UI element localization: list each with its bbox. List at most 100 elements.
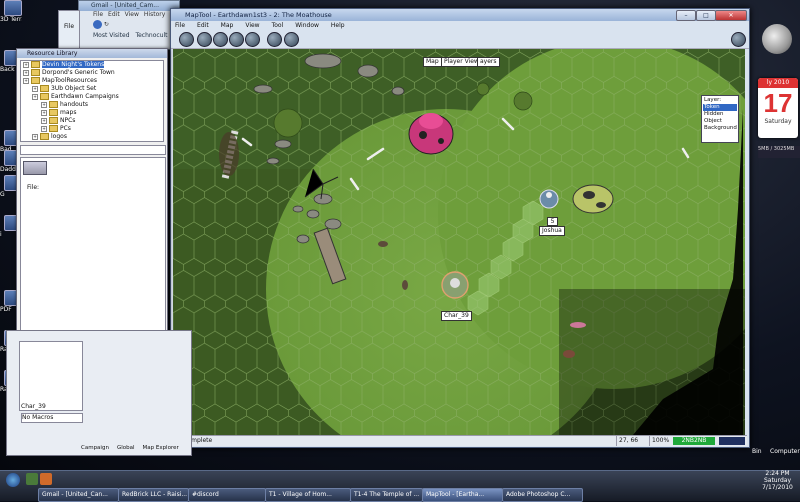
- reload-icon[interactable]: ↻: [104, 21, 109, 28]
- token-label-char39[interactable]: Char_39: [441, 311, 472, 321]
- menu-item-view[interactable]: View: [245, 22, 259, 29]
- desktop-icon-label: Back: [0, 66, 15, 73]
- maptool-toolbar: [171, 30, 749, 49]
- firefox-menu-item[interactable]: History: [144, 11, 165, 18]
- topology-tool-icon[interactable]: [245, 32, 260, 47]
- menu-item-tool[interactable]: Tool: [272, 22, 284, 29]
- tree-item[interactable]: + PCs: [21, 125, 163, 133]
- computer-label[interactable]: Computer: [770, 448, 800, 455]
- maptool-menubar: File Edit Map View Tool Window Help: [171, 21, 749, 30]
- macro-panel[interactable]: Char_39 No Macros Campaign Global Map Expl…: [6, 330, 192, 456]
- file-label: File: [63, 23, 75, 30]
- tree-item[interactable]: + Dorpond's Generic Town: [21, 69, 163, 77]
- close-button[interactable]: ✕: [715, 10, 747, 21]
- map-view[interactable]: Map Player View ayers 5 Joshua Char_39 L…: [173, 49, 745, 435]
- start-button-icon[interactable]: [6, 473, 20, 487]
- resource-tree[interactable]: + Devin Night's Tokens + Dorpond's Generic …: [20, 60, 164, 142]
- tree-item[interactable]: +3Ub Object Set: [21, 85, 163, 93]
- quicklaunch-icon[interactable]: [26, 473, 38, 485]
- expand-icon[interactable]: +: [32, 93, 38, 100]
- folder-icon: [31, 77, 40, 84]
- desktop-icon-label: Dadd: [0, 166, 16, 173]
- firefox-window[interactable]: Gmail - [United_Cam... File Edit View Histo…: [78, 0, 191, 50]
- expand-icon[interactable]: +: [41, 101, 47, 108]
- firefox-menu-item[interactable]: View: [125, 11, 139, 18]
- expand-icon[interactable]: +: [23, 69, 29, 76]
- tree-item[interactable]: + maps: [21, 109, 163, 117]
- template-tool-icon[interactable]: [213, 32, 228, 47]
- char39-token: [441, 271, 469, 299]
- players-label[interactable]: ayers: [477, 57, 500, 67]
- zoom-readout[interactable]: 100%: [649, 436, 674, 446]
- folder-icon: [49, 125, 58, 132]
- player-view-label[interactable]: Player View: [441, 57, 482, 67]
- pen-tool-icon[interactable]: [284, 32, 299, 47]
- menu-item-map[interactable]: Map: [221, 22, 234, 29]
- firefox-menu-item[interactable]: File: [93, 11, 103, 18]
- maptool-title: MapTool - Earthdawn1st3 - 2: The Moathou…: [185, 11, 332, 19]
- maximize-button[interactable]: □: [696, 10, 716, 21]
- expand-icon[interactable]: +: [32, 85, 38, 92]
- connection-icon[interactable]: [731, 32, 746, 47]
- expand-icon[interactable]: +: [41, 125, 47, 132]
- layer-item-hidden[interactable]: Hidden: [703, 111, 737, 118]
- tree-item-label: 3Ub Object Set: [51, 85, 97, 92]
- desktop-icon-label: G: [0, 191, 5, 198]
- menu-item-edit[interactable]: Edit: [197, 22, 209, 29]
- recycle-bin-label[interactable]: Bin: [752, 448, 762, 455]
- memory-meter[interactable]: 2NB2NB: [673, 437, 715, 445]
- expand-icon[interactable]: +: [32, 133, 38, 140]
- tree-item[interactable]: + Devin Night's Tokens: [21, 61, 163, 69]
- layer-item-token[interactable]: Token: [703, 104, 737, 111]
- measure-tool-icon[interactable]: [267, 32, 282, 47]
- system-clock[interactable]: 2:24 PM Saturday 7/17/2010: [755, 470, 800, 491]
- map-canvas[interactable]: [173, 49, 745, 435]
- layer-item-background[interactable]: Background: [703, 125, 737, 132]
- green-frog-token: [572, 184, 614, 214]
- menu-item-window[interactable]: Window: [295, 22, 319, 29]
- tab-campaign[interactable]: Campaign: [81, 445, 109, 451]
- menu-item-help[interactable]: Help: [331, 22, 345, 29]
- tree-item[interactable]: + logos: [21, 133, 163, 141]
- tree-item-label: handouts: [60, 101, 89, 108]
- expand-icon[interactable]: +: [23, 77, 29, 84]
- resource-library-title: Resource Library: [17, 49, 167, 58]
- file-thumbnail[interactable]: [23, 161, 47, 175]
- tree-item[interactable]: + MapToolResources: [21, 77, 163, 85]
- folder-icon: [49, 117, 58, 124]
- fog-tool-icon[interactable]: [229, 32, 244, 47]
- layer-selector[interactable]: Layer: Token Hidden Object Background: [701, 95, 739, 143]
- resource-library-panel[interactable]: Resource Library + Devin Night's Tokens + D…: [16, 48, 168, 378]
- tree-item[interactable]: + handouts: [21, 101, 163, 109]
- resource-search-input[interactable]: [20, 145, 166, 155]
- firefox-menu-item[interactable]: Edit: [108, 11, 120, 18]
- tree-item-label: logos: [51, 133, 67, 140]
- draw-tool-icon[interactable]: [197, 32, 212, 47]
- expand-icon[interactable]: +: [41, 109, 47, 116]
- maptool-window[interactable]: MapTool - Earthdawn1st3 - 2: The Moathou…: [170, 8, 750, 448]
- desktop-shortcut-icon: [4, 0, 22, 16]
- tab-global[interactable]: Global: [117, 445, 135, 451]
- bookmark-most-visited[interactable]: Most Visited: [93, 32, 130, 39]
- clock-date: 7/17/2010: [762, 484, 793, 491]
- maptool-titlebar[interactable]: MapTool - Earthdawn1st3 - 2: The Moathou…: [171, 9, 749, 21]
- firefox-menu: FileEditViewHistoryBookm: [79, 11, 191, 20]
- tree-item-label: PCs: [60, 125, 71, 132]
- desktop-icon[interactable]: 3D Terrain Tools: [0, 0, 22, 23]
- macro-area[interactable]: [19, 341, 83, 411]
- expand-icon[interactable]: +: [23, 61, 29, 68]
- tree-item[interactable]: + NPCs: [21, 117, 163, 125]
- calendar-gadget[interactable]: ly 2010 17 Saturday: [758, 78, 798, 138]
- tab-map-explorer[interactable]: Map Explorer: [142, 445, 178, 451]
- layer-item-object[interactable]: Object: [703, 118, 737, 125]
- pointer-tool-icon[interactable]: [179, 32, 194, 47]
- bookmark-technocult[interactable]: Technocult: [135, 32, 167, 39]
- menu-item-file[interactable]: File: [175, 22, 185, 29]
- expand-icon[interactable]: +: [41, 117, 47, 124]
- minimize-button[interactable]: –: [676, 10, 696, 21]
- back-icon[interactable]: [93, 20, 102, 29]
- token-label-joshua[interactable]: Joshua: [539, 226, 565, 236]
- map-menu-label[interactable]: Map: [423, 57, 442, 67]
- firefox-quicklaunch-icon[interactable]: [40, 473, 52, 485]
- tree-item[interactable]: + Earthdawn Campaigns: [21, 93, 163, 101]
